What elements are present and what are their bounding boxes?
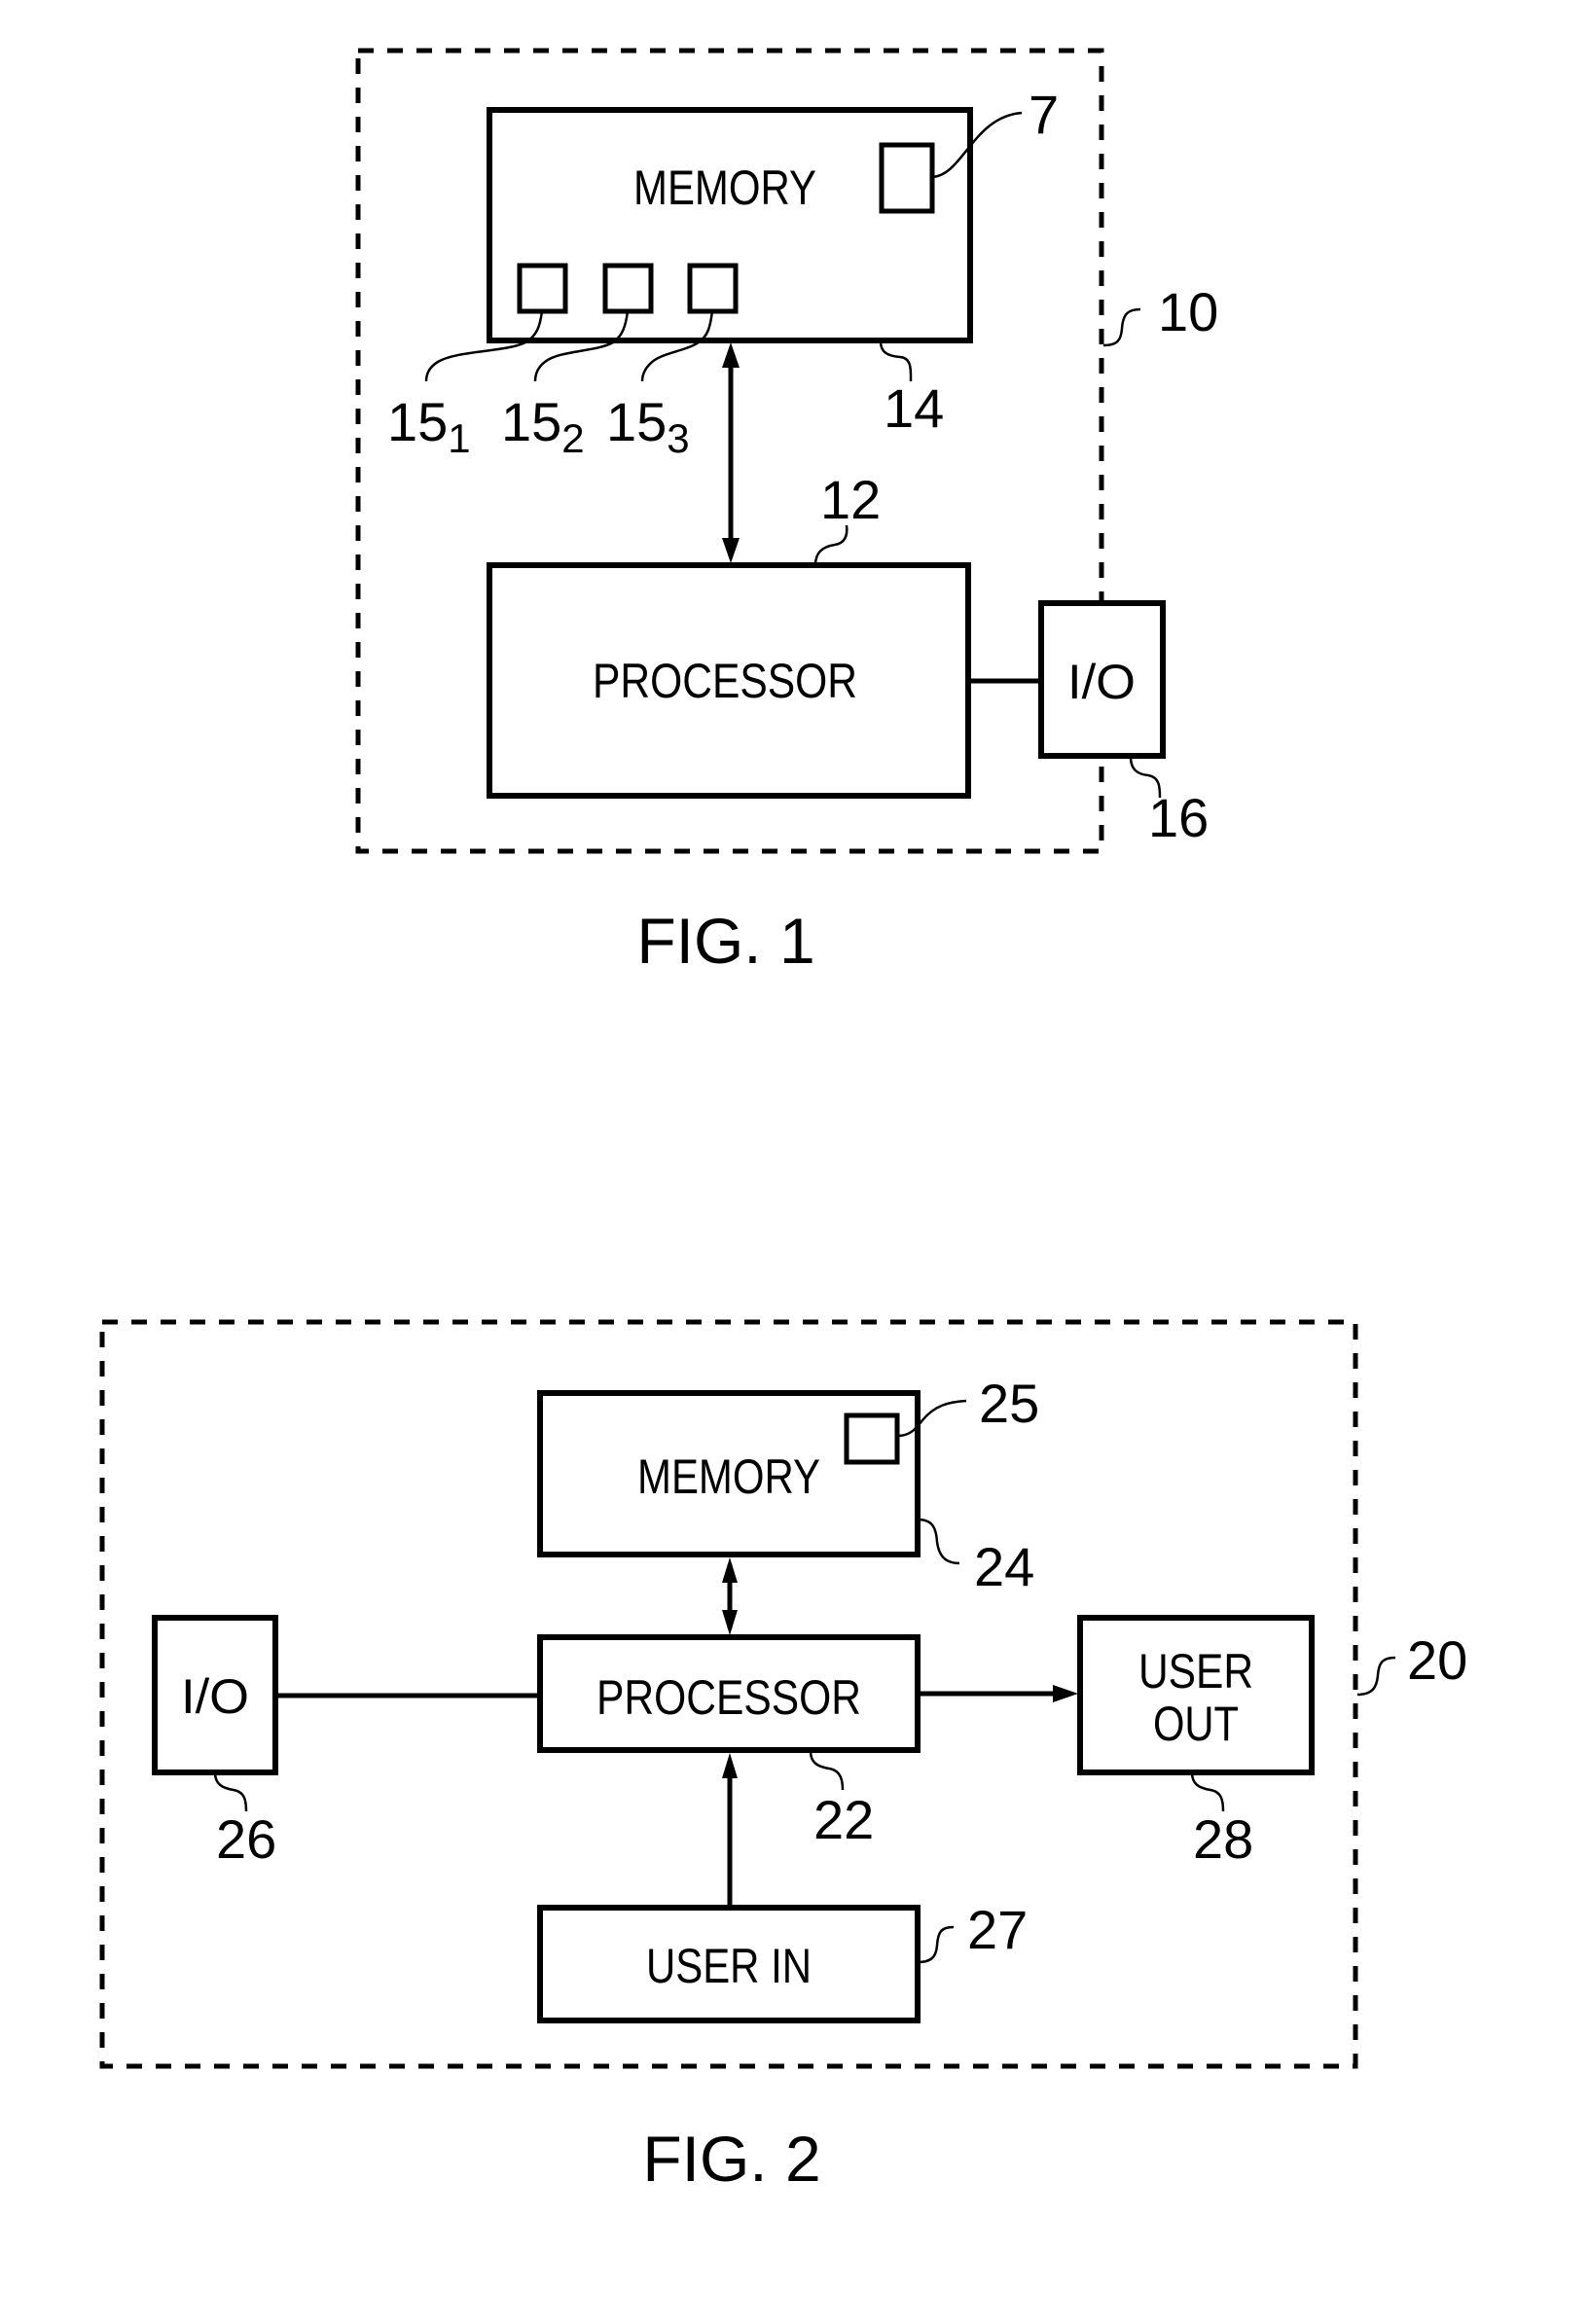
user-in-27-block: USER IN [537,1905,921,2023]
ref-15-3-base: 15 [606,391,667,452]
memory-item-25 [844,1412,900,1465]
ref-25: 25 [979,1373,1039,1434]
ref-20: 20 [1407,1629,1467,1691]
io-label: I/O [181,1669,249,1724]
arrow-up-head [722,1753,738,1778]
ref-26: 26 [216,1808,276,1870]
figure-1: MEMORY PROCESSOR I/O 7 10 14 12 16 151 1… [355,48,1218,977]
processor-22-block: PROCESSOR [537,1634,921,1753]
ref-27: 27 [967,1899,1028,1960]
ref-15-2-subscript: 2 [561,415,584,461]
ref-16: 16 [1148,787,1209,848]
ref-7: 7 [1029,84,1059,145]
arrow-down-head [722,538,740,563]
leader-28 [1190,1771,1225,1812]
processor-label: PROCESSOR [596,1670,861,1725]
patent-drawing: MEMORY PROCESSOR I/O 7 10 14 12 16 151 1… [99,48,1467,2195]
leader-20 [1356,1656,1396,1697]
arrow-up-head [722,342,740,368]
leader-22 [809,1750,845,1791]
memory-14-block: MEMORY [487,107,973,343]
leader-12 [813,524,849,566]
io-16-block: I/O [1038,600,1166,759]
user-out-label-line1: USER [1138,1644,1253,1698]
memory-label: MEMORY [637,1449,820,1504]
user-in-label: USER IN [646,1939,812,1993]
arrow-down-head [722,1610,738,1635]
memory-sub-item-15-2 [602,263,654,314]
arrow-up-head [722,1557,738,1583]
user-out-28-block: USER OUT [1077,1615,1315,1775]
ref-14: 14 [884,377,944,439]
figure-2: MEMORY PROCESSOR I/O USER OUT USER IN 25… [99,1319,1467,2195]
leader-27 [917,1925,955,1964]
memory-24-block: MEMORY [537,1390,921,1557]
figure-2-caption: FIG. 2 [642,2123,820,2195]
processor-12-block: PROCESSOR [487,562,971,799]
arrow-right-head [1053,1685,1078,1702]
processor-label: PROCESSOR [593,654,857,708]
figure-1-caption: FIG. 1 [636,905,814,977]
io-26-block: I/O [152,1615,278,1775]
ref-12: 12 [820,469,881,530]
leader-10 [1102,307,1141,347]
user-out-label-line2: OUT [1153,1697,1239,1751]
ref-15-2: 152 [501,391,585,461]
leader-14 [879,340,913,382]
ref-15-1-base: 15 [387,391,448,452]
ref-15-3: 153 [606,391,690,461]
memory-sub-item-15-1 [517,263,568,314]
ref-28: 28 [1193,1808,1253,1870]
ref-24: 24 [974,1536,1034,1597]
ref-15-3-subscript: 3 [667,415,689,461]
memory-sub-item-15-3 [687,263,739,314]
io-label: I/O [1067,655,1136,709]
memory-label: MEMORY [633,161,816,215]
ref-15-2-base: 15 [501,391,561,452]
ref-15-1: 151 [387,391,471,461]
ref-10: 10 [1158,281,1218,342]
ref-15-1-subscript: 1 [448,415,470,461]
leader-26 [213,1771,248,1812]
memory-item-7 [879,142,935,214]
leader-24 [917,1518,960,1565]
ref-22: 22 [813,1789,874,1850]
